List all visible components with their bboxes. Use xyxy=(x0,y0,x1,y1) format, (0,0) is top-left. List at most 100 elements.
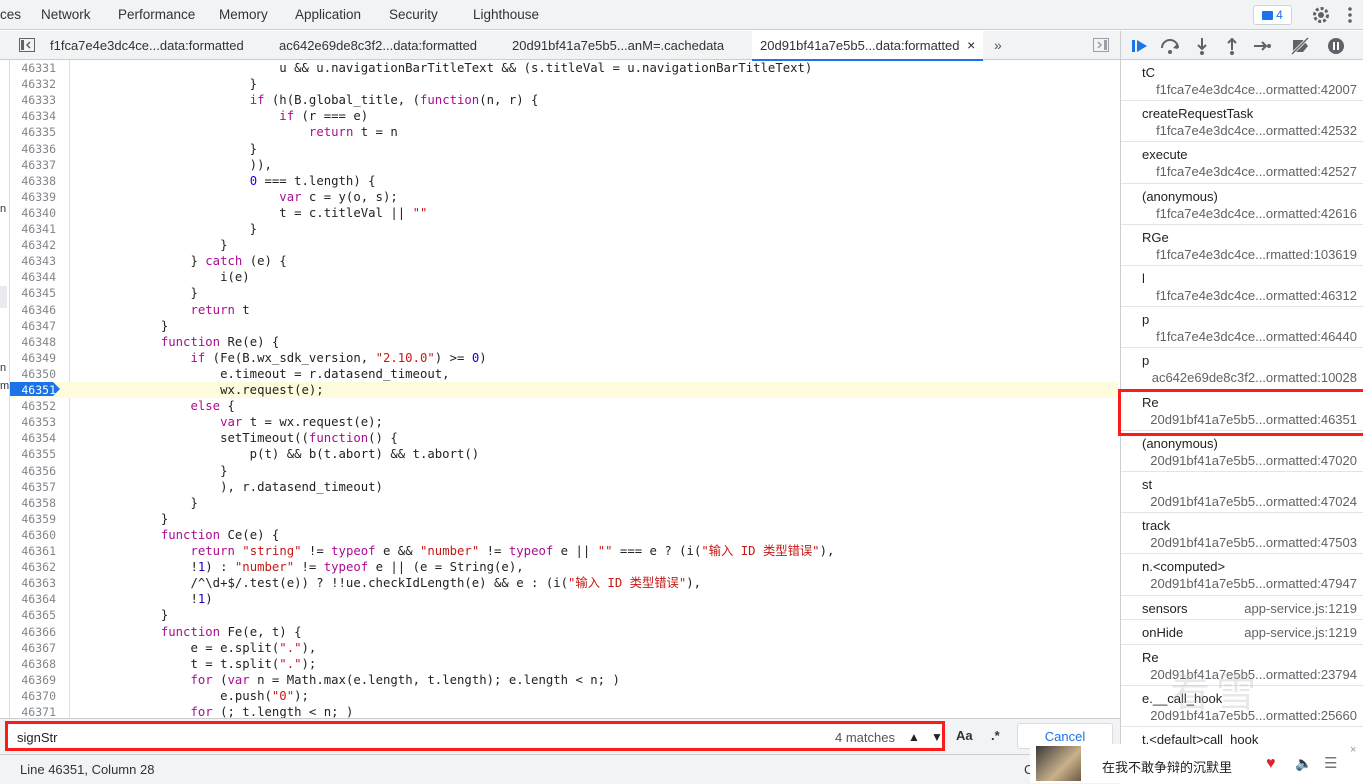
step-into-icon[interactable] xyxy=(1191,36,1213,56)
toggle-navigator-icon[interactable] xyxy=(19,38,35,52)
panel-tab-security[interactable]: Security xyxy=(389,0,438,29)
call-frame[interactable]: execute f1fca7e4e3dc4ce...ormatted:42527 xyxy=(1121,142,1363,184)
pause-on-exceptions-icon[interactable] xyxy=(1325,36,1347,56)
line-number[interactable]: 46335 xyxy=(10,124,56,140)
messages-badge[interactable]: 4 xyxy=(1253,5,1292,25)
line-number[interactable]: 46360 xyxy=(10,527,56,543)
close-tab-icon[interactable]: × xyxy=(967,37,975,53)
call-frame[interactable]: n.<computed> 20d91bf41a7e5b5...ormatted:4… xyxy=(1121,554,1363,596)
call-frame-location[interactable]: app-service.js:1219 xyxy=(1244,601,1357,616)
panel-tab-network[interactable]: Network xyxy=(41,0,91,29)
line-number[interactable]: 46362 xyxy=(10,559,56,575)
call-frame-location[interactable]: ac642e69de8c3f2...ormatted:10028 xyxy=(1152,370,1357,385)
heart-icon[interactable]: ♥ xyxy=(1266,755,1276,773)
file-tab-3[interactable]: 20d91bf41a7e5b5...anM=.cachedata xyxy=(512,31,724,59)
step-icon[interactable] xyxy=(1251,36,1273,56)
call-frame[interactable]: createRequestTask f1fca7e4e3dc4ce...ormat… xyxy=(1121,101,1363,143)
line-number[interactable]: 46356 xyxy=(10,463,56,479)
line-number[interactable]: 46342 xyxy=(10,237,56,253)
match-case-button[interactable]: Aa xyxy=(956,728,973,743)
line-number[interactable]: 46370 xyxy=(10,688,56,704)
code-editor[interactable]: 46331 u && u.navigationBarTitleText && (… xyxy=(10,60,1120,718)
more-options-icon[interactable] xyxy=(1343,4,1357,26)
line-number[interactable]: 46345 xyxy=(10,285,56,301)
line-number[interactable]: 46346 xyxy=(10,302,56,318)
call-frame-location[interactable]: f1fca7e4e3dc4ce...ormatted:46312 xyxy=(1156,288,1357,303)
call-frame[interactable]: (anonymous) f1fca7e4e3dc4ce...ormatted:42… xyxy=(1121,184,1363,225)
panel-tab-lighthouse[interactable]: Lighthouse xyxy=(473,0,539,29)
panel-tab-performance[interactable]: Performance xyxy=(118,0,195,29)
call-frame-location[interactable]: f1fca7e4e3dc4ce...rmatted:103619 xyxy=(1156,247,1357,262)
panel-tab-sources[interactable]: ces xyxy=(0,0,21,29)
line-number[interactable]: 46349 xyxy=(10,350,56,366)
call-frame[interactable]: p ac642e69de8c3f2...ormatted:10028 xyxy=(1121,348,1363,390)
toggle-debugger-icon[interactable] xyxy=(1093,38,1109,52)
call-frame-location[interactable]: 20d91bf41a7e5b5...ormatted:47947 xyxy=(1150,576,1357,591)
call-frame-location[interactable]: 20d91bf41a7e5b5...ormatted:47024 xyxy=(1150,494,1357,509)
line-number[interactable]: 46340 xyxy=(10,205,56,221)
line-number[interactable]: 46368 xyxy=(10,656,56,672)
line-number[interactable]: 46336 xyxy=(10,141,56,157)
call-frame-location[interactable]: f1fca7e4e3dc4ce...ormatted:42616 xyxy=(1156,206,1357,221)
line-number[interactable]: 46353 xyxy=(10,414,56,430)
line-number[interactable]: 46348 xyxy=(10,334,56,350)
call-frame[interactable]: sensors app-service.js:1219 xyxy=(1121,596,1363,621)
line-number[interactable]: 46367 xyxy=(10,640,56,656)
regex-button[interactable]: .* xyxy=(991,728,1000,743)
call-frame[interactable]: p f1fca7e4e3dc4ce...ormatted:46440 xyxy=(1121,307,1363,349)
deactivate-breakpoints-icon[interactable] xyxy=(1289,36,1311,56)
line-number[interactable]: 46350 xyxy=(10,366,56,382)
call-frame[interactable]: tC f1fca7e4e3dc4ce...ormatted:42007 xyxy=(1121,60,1363,102)
line-number[interactable]: 46338 xyxy=(10,173,56,189)
line-number[interactable]: 46355 xyxy=(10,446,56,462)
call-frame[interactable]: onHide app-service.js:1219 xyxy=(1121,620,1363,645)
step-over-icon[interactable] xyxy=(1159,36,1181,56)
line-number[interactable]: 46352 xyxy=(10,398,56,414)
line-number[interactable]: 46371 xyxy=(10,704,56,718)
panel-tab-application[interactable]: Application xyxy=(295,0,361,29)
line-number[interactable]: 46358 xyxy=(10,495,56,511)
search-input[interactable] xyxy=(17,728,717,746)
line-number[interactable]: 46344 xyxy=(10,269,56,285)
line-number[interactable]: 46366 xyxy=(10,624,56,640)
call-frame[interactable]: l f1fca7e4e3dc4ce...ormatted:46312 xyxy=(1121,266,1363,308)
call-frame[interactable]: st 20d91bf41a7e5b5...ormatted:47024 xyxy=(1121,472,1363,514)
line-number[interactable]: 46359 xyxy=(10,511,56,527)
line-number[interactable]: 46365 xyxy=(10,607,56,623)
line-number[interactable]: 46333 xyxy=(10,92,56,108)
line-number[interactable]: 46369 xyxy=(10,672,56,688)
line-number[interactable]: 46339 xyxy=(10,189,56,205)
file-tab-1[interactable]: f1fca7e4e3dc4ce...data:formatted xyxy=(50,31,244,59)
volume-icon[interactable]: 🔈 xyxy=(1295,755,1312,772)
file-tab-2[interactable]: ac642e69de8c3f2...data:formatted xyxy=(279,31,477,59)
call-frame-location[interactable]: f1fca7e4e3dc4ce...ormatted:42007 xyxy=(1156,82,1357,97)
close-icon[interactable]: × xyxy=(1350,744,1356,756)
line-number[interactable]: 46332 xyxy=(10,76,56,92)
line-number[interactable]: 46337 xyxy=(10,157,56,173)
line-number[interactable]: 46363 xyxy=(10,575,56,591)
playlist-icon[interactable]: ☰ xyxy=(1324,754,1337,772)
album-art[interactable] xyxy=(1036,746,1081,781)
call-frame[interactable]: track 20d91bf41a7e5b5...ormatted:47503 xyxy=(1121,513,1363,555)
call-frame[interactable]: (anonymous) 20d91bf41a7e5b5...ormatted:47… xyxy=(1121,431,1363,472)
line-number[interactable]: 46364 xyxy=(10,591,56,607)
navigator-selected-item[interactable] xyxy=(0,286,7,308)
step-out-icon[interactable] xyxy=(1221,36,1243,56)
line-number[interactable]: 46351 xyxy=(10,382,56,398)
call-frame-location[interactable]: 20d91bf41a7e5b5...ormatted:47503 xyxy=(1150,535,1357,550)
previous-match-icon[interactable]: ▲ xyxy=(905,728,923,746)
line-number[interactable]: 46331 xyxy=(10,60,56,76)
resume-icon[interactable] xyxy=(1129,36,1151,56)
call-frame-location[interactable]: f1fca7e4e3dc4ce...ormatted:46440 xyxy=(1156,329,1357,344)
file-tab-active[interactable]: 20d91bf41a7e5b5...data:formatted × xyxy=(752,31,984,61)
more-tabs-icon[interactable]: » xyxy=(994,31,1002,59)
line-number[interactable]: 46343 xyxy=(10,253,56,269)
line-number[interactable]: 46361 xyxy=(10,543,56,559)
line-number[interactable]: 46334 xyxy=(10,108,56,124)
next-match-icon[interactable]: ▼ xyxy=(928,728,946,746)
line-number[interactable]: 46354 xyxy=(10,430,56,446)
line-number[interactable]: 46341 xyxy=(10,221,56,237)
call-frame[interactable]: RGe f1fca7e4e3dc4ce...rmatted:103619 xyxy=(1121,225,1363,266)
call-frame-location[interactable]: 20d91bf41a7e5b5...ormatted:47020 xyxy=(1150,453,1357,468)
settings-gear-icon[interactable] xyxy=(1311,4,1331,26)
